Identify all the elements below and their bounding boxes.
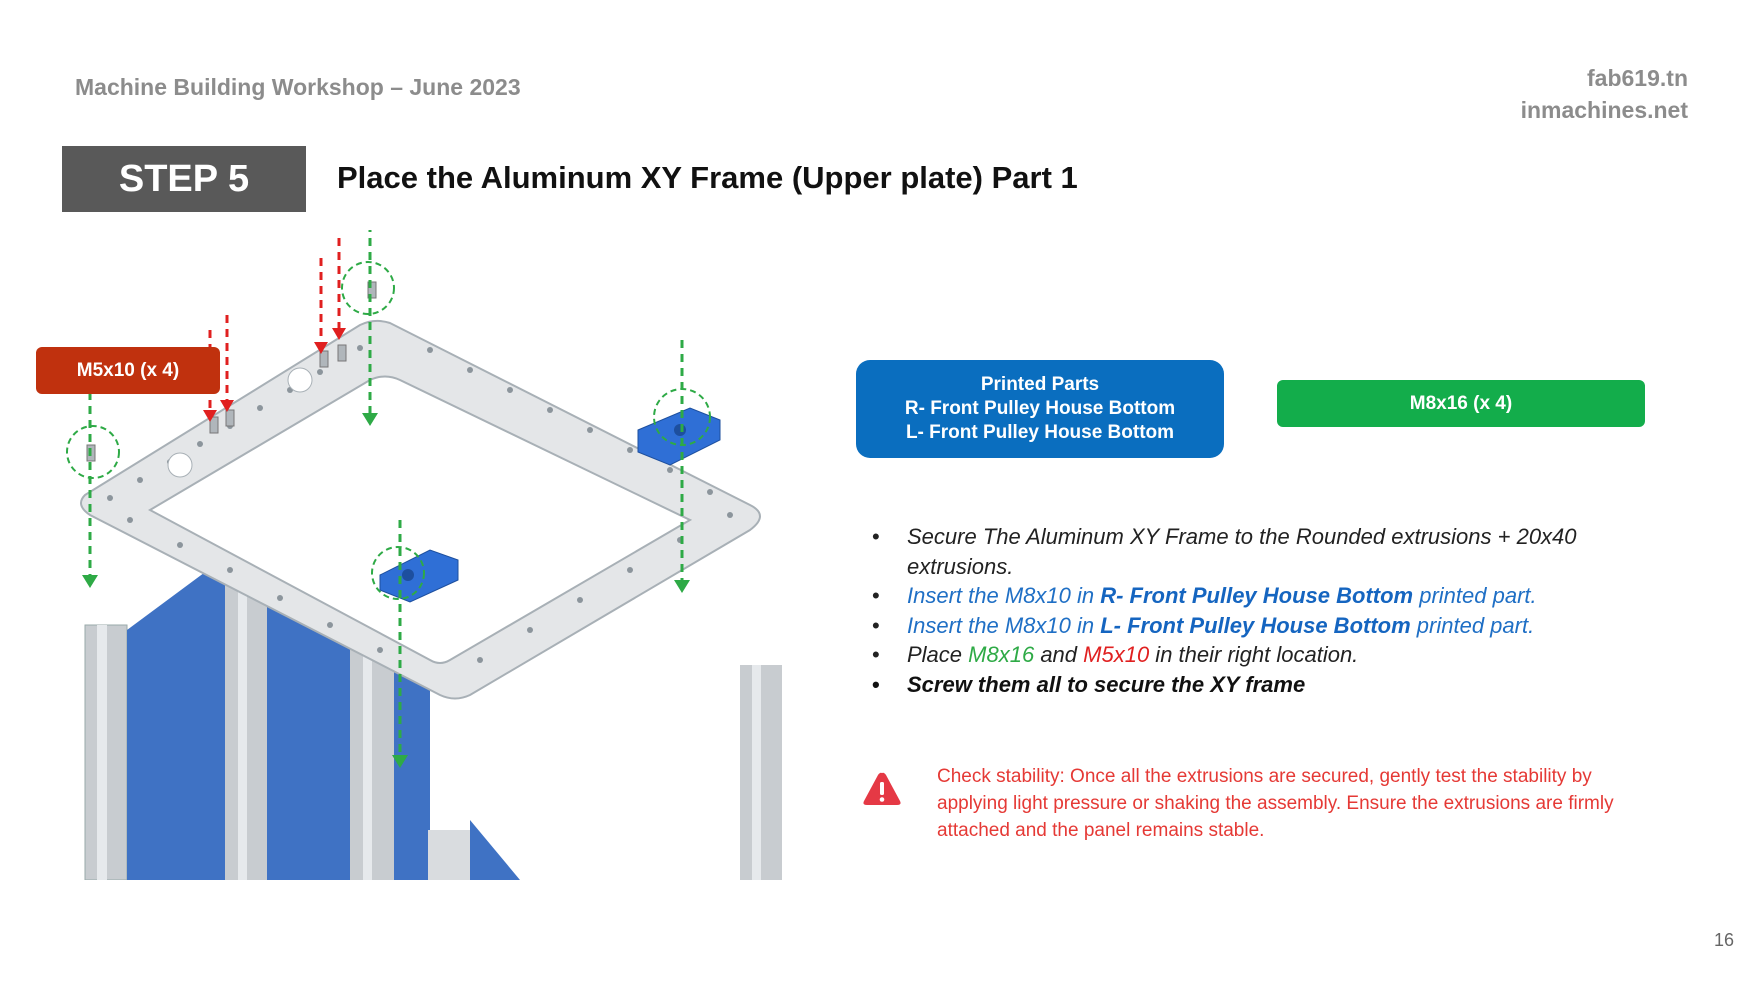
- printed-part-right: [637, 407, 721, 466]
- instruction-item: • Insert the M8x10 in L- Front Pulley Ho…: [872, 612, 1535, 638]
- instruction-item: • Secure The Aluminum XY Frame to the Ro…: [872, 524, 1577, 579]
- step-label: STEP 5: [62, 146, 306, 212]
- instruction-item: • Place M8x16 and M5x10 in their right l…: [872, 642, 1359, 667]
- assembly-illustration: [66, 230, 782, 880]
- workshop-title: Machine Building Workshop – June 2023: [75, 74, 521, 100]
- m8-screw-tag: M8x16 (x 4): [1277, 380, 1645, 427]
- instruction-list: • Secure The Aluminum XY Frame to the Ro…: [872, 522, 1632, 699]
- printed-part-l: L- Front Pulley House Bottom: [905, 422, 1175, 443]
- site-inmachines: inmachines.net: [1520, 97, 1688, 123]
- m5-screw-tag: M5x10 (x 4): [36, 347, 220, 394]
- site-fab619: fab619.tn: [1587, 65, 1688, 91]
- step-title: Place the Aluminum XY Frame (Upper plate…: [337, 160, 1078, 195]
- instruction-item: • Screw them all to secure the XY frame: [872, 671, 1306, 697]
- printed-parts-tag: Printed Parts R- Front Pulley House Bott…: [856, 360, 1224, 458]
- site-links: fab619.tn inmachines.net: [1521, 62, 1688, 126]
- printed-parts-title: Printed Parts: [980, 374, 1100, 395]
- printed-part-r: R- Front Pulley House Bottom: [904, 398, 1176, 419]
- warning-triangle-icon: [863, 772, 901, 805]
- instruction-item: • Insert the M8x10 in R- Front Pulley Ho…: [872, 583, 1537, 608]
- warning-text: Check stability: Once all the extrusions…: [937, 766, 1614, 841]
- page-number: 16: [1713, 930, 1734, 950]
